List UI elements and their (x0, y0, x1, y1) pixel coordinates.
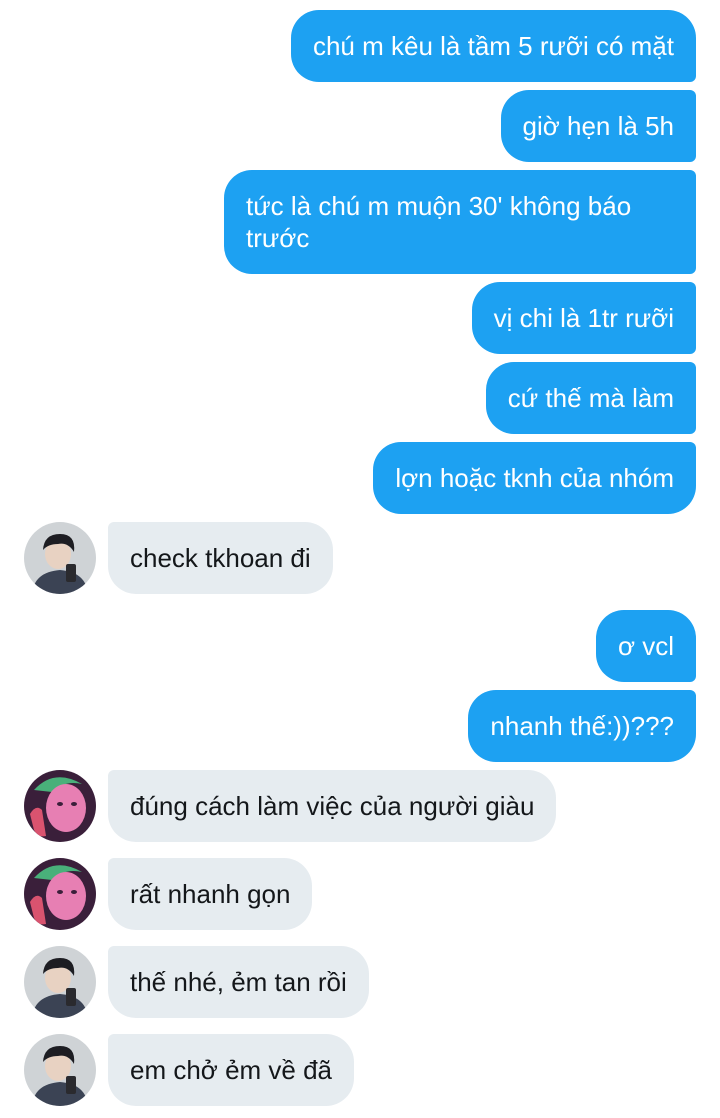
outgoing-message-bubble[interactable]: nhanh thế:))??? (468, 690, 696, 762)
message-text: vị chi là 1tr rưỡi (493, 303, 674, 333)
message-text: thế nhé, ẻm tan rồi (130, 967, 347, 997)
outgoing-message-bubble[interactable]: vị chi là 1tr rưỡi (471, 282, 696, 354)
avatar-boy[interactable] (24, 1034, 96, 1106)
profile-photo-icon (24, 770, 96, 842)
incoming-message-bubble[interactable]: rất nhanh gọn (108, 858, 313, 930)
message-text: nhanh thế:))??? (490, 711, 674, 741)
message-text: ơ vcl (617, 631, 674, 661)
message-text: rất nhanh gọn (130, 879, 291, 909)
message-text: chú m kêu là tầm 5 rưỡi có mặt (312, 31, 674, 61)
outgoing-message-bubble[interactable]: giờ hẹn là 5h (500, 90, 696, 162)
avatar-boy[interactable] (24, 946, 96, 1018)
message-text: cứ thế mà làm (507, 383, 674, 413)
avatar-boy[interactable] (24, 522, 96, 594)
outgoing-message-bubble[interactable]: lợn hoặc tknh của nhóm (373, 442, 696, 514)
profile-photo-icon (24, 858, 96, 930)
message-text: tức là chú m muộn 30' không báo trước (246, 191, 632, 253)
message-text: em chở ẻm về đã (130, 1055, 333, 1085)
profile-photo-icon (24, 946, 96, 1018)
message-text: đúng cách làm việc của người giàu (130, 791, 535, 821)
profile-photo-icon (24, 522, 96, 594)
outgoing-message-bubble[interactable]: ơ vcl (595, 610, 696, 682)
incoming-message-bubble[interactable]: em chở ẻm về đã (108, 1034, 355, 1106)
avatar-pink[interactable] (24, 770, 96, 842)
outgoing-message-bubble[interactable]: tức là chú m muộn 30' không báo trước (224, 170, 696, 274)
incoming-message-bubble[interactable]: check tkhoan đi (108, 522, 333, 594)
outgoing-message-bubble[interactable]: chú m kêu là tầm 5 rưỡi có mặt (290, 10, 696, 82)
message-text: giờ hẹn là 5h (522, 111, 675, 141)
outgoing-message-bubble[interactable]: cứ thế mà làm (485, 362, 696, 434)
profile-photo-icon (24, 1034, 96, 1106)
message-text: lợn hoặc tknh của nhóm (395, 463, 674, 493)
avatar-pink[interactable] (24, 858, 96, 930)
incoming-message-bubble[interactable]: thế nhé, ẻm tan rồi (108, 946, 369, 1018)
incoming-message-bubble[interactable]: đúng cách làm việc của người giàu (108, 770, 557, 842)
message-text: check tkhoan đi (130, 543, 311, 573)
